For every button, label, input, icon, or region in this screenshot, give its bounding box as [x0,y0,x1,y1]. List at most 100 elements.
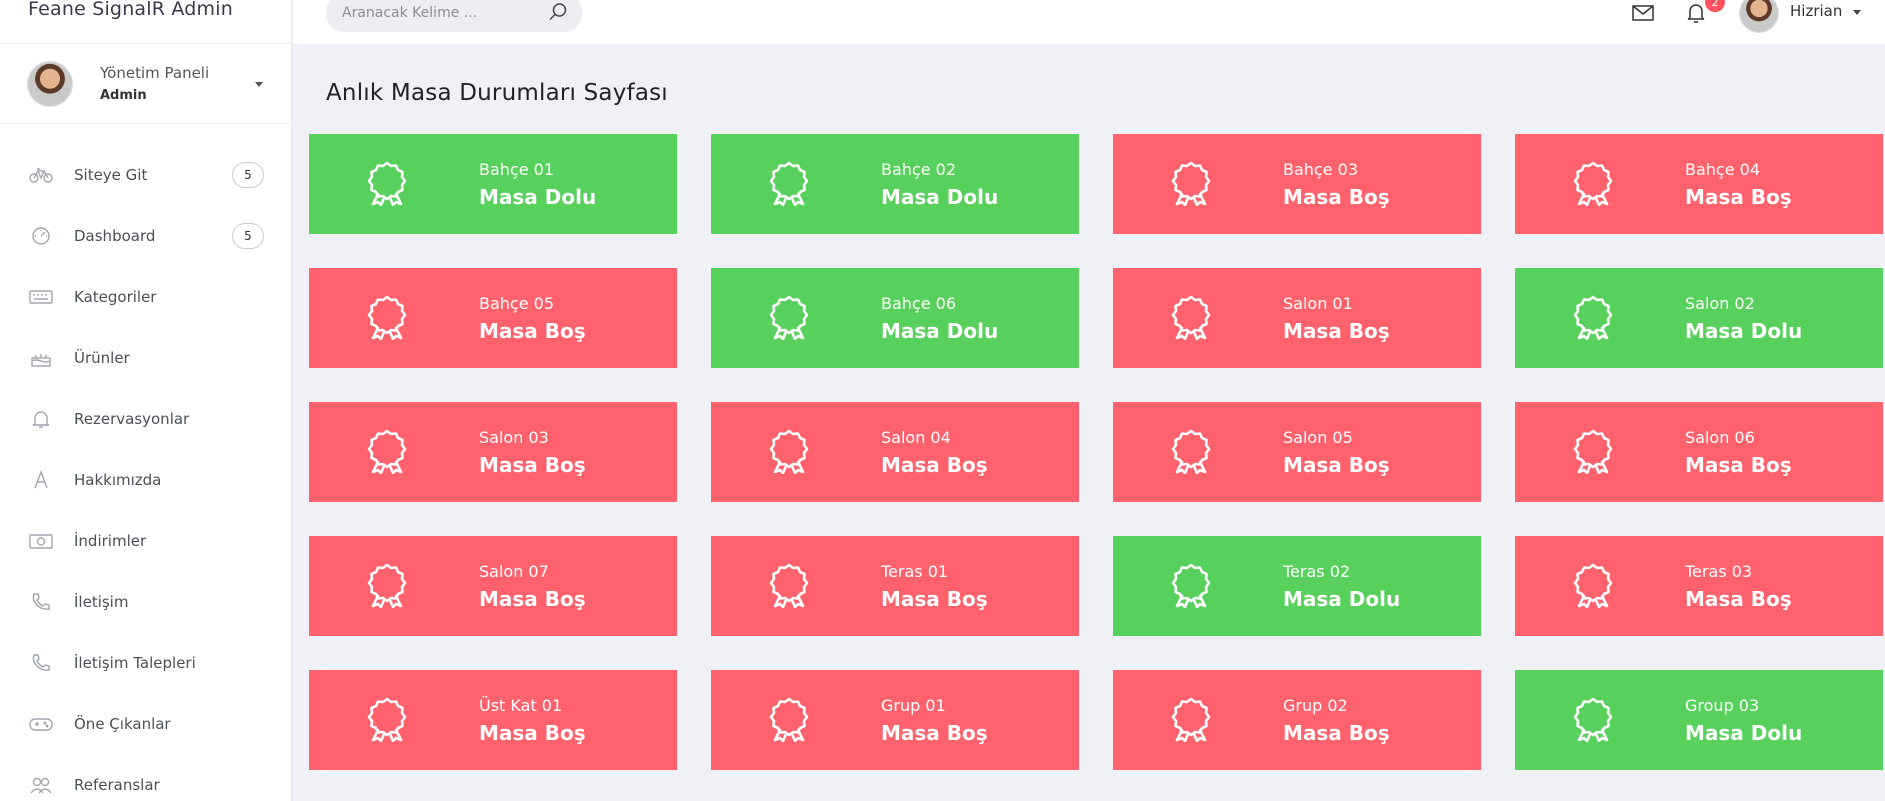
award-icon [1573,562,1613,609]
table-name: Salon 06 [1685,428,1755,447]
sidebar-item-iletisim-talepleri[interactable]: İletişim Talepleri [0,632,291,693]
table-status: Masa Dolu [1685,319,1803,343]
table-card[interactable]: Grup 01 Masa Boş [711,670,1079,770]
search-box [326,0,582,32]
table-card[interactable]: Teras 01 Masa Boş [711,536,1079,636]
table-name: Salon 07 [479,562,549,581]
award-icon [1171,696,1211,743]
sidebar-item-referanslar[interactable]: Referanslar [0,754,291,801]
table-name: Group 03 [1685,696,1760,715]
sidebar-item-one-cikanlar[interactable]: Öne Çıkanlar [0,693,291,754]
award-icon [769,160,809,207]
award-icon [769,294,809,341]
notification-count-badge: 2 [1705,0,1725,12]
table-card[interactable]: Salon 07 Masa Boş [309,536,677,636]
brand[interactable]: Feane SignalR Admin [0,0,291,44]
award-icon [769,562,809,609]
sidebar-item-label: İletişim Talepleri [74,653,196,672]
award-icon [367,696,407,743]
table-card[interactable]: Üst Kat 01 Masa Boş [309,670,677,770]
sidebar-item-label: Kategoriler [74,287,157,306]
profile-name: Yönetim Paneli [100,64,210,82]
table-name: Bahçe 05 [479,294,555,313]
chevron-down-icon[interactable] [255,82,263,87]
users-icon [28,775,54,795]
table-name: Teras 02 [1283,562,1351,581]
table-status: Masa Boş [1685,587,1792,611]
award-icon [367,428,407,475]
table-status: Masa Boş [1283,453,1390,477]
bell-icon [28,409,54,429]
table-card[interactable]: Salon 01 Masa Boş [1113,268,1481,368]
sidebar-item-label: Siteye Git [74,165,148,184]
table-status: Masa Boş [479,453,586,477]
sidebar-item-label: Hakkımızda [74,470,162,489]
user-name[interactable]: Hizrian [1790,2,1842,20]
sidebar-item-label: Referanslar [74,775,160,794]
sidebar-item-dashboard[interactable]: Dashboard 5 [0,205,291,266]
award-icon [367,562,407,609]
sidebar-item-siteye-git[interactable]: Siteye Git 5 [0,144,291,205]
table-card[interactable]: Salon 05 Masa Boş [1113,402,1481,502]
table-card[interactable]: Bahçe 01 Masa Dolu [309,134,677,234]
sidebar-item-rezervasyonlar[interactable]: Rezervasyonlar [0,388,291,449]
award-icon [367,294,407,341]
sidebar-item-hakkimizda[interactable]: Hakkımızda [0,449,291,510]
award-icon [769,428,809,475]
table-card[interactable]: Bahçe 04 Masa Boş [1515,134,1883,234]
table-name: Salon 04 [881,428,951,447]
table-name: Bahçe 01 [479,160,555,179]
table-card[interactable]: Group 03 Masa Dolu [1515,670,1883,770]
table-status: Masa Dolu [881,319,999,343]
table-status: Masa Boş [479,319,586,343]
table-status: Masa Boş [1685,185,1792,209]
sidebar-item-indirimler[interactable]: İndirimler [0,510,291,571]
letter-a-icon [28,469,54,490]
search-input[interactable] [342,5,542,21]
sidebar-profile[interactable]: Yönetim Paneli Admin [0,44,291,124]
table-name: Salon 03 [479,428,549,447]
table-status: Masa Dolu [1685,721,1803,745]
award-icon [1171,428,1211,475]
topbar: 2 Hizrian [293,0,1885,44]
notification-bell-icon[interactable] [1686,2,1706,28]
chevron-down-icon[interactable] [1853,10,1861,15]
sidebar-item-iletisim[interactable]: İletişim [0,571,291,632]
table-name: Teras 01 [881,562,949,581]
table-card[interactable]: Bahçe 05 Masa Boş [309,268,677,368]
table-card[interactable]: Salon 03 Masa Boş [309,402,677,502]
sidebar: Feane SignalR Admin Yönetim Paneli Admin… [0,0,292,801]
table-status: Masa Boş [1685,453,1792,477]
count-badge: 5 [232,161,264,188]
table-card[interactable]: Bahçe 06 Masa Dolu [711,268,1079,368]
sidebar-item-urunler[interactable]: Ürünler [0,327,291,388]
table-card[interactable]: Salon 04 Masa Boş [711,402,1079,502]
award-icon [769,696,809,743]
table-card[interactable]: Teras 03 Masa Boş [1515,536,1883,636]
table-name: Teras 03 [1685,562,1753,581]
table-status: Masa Boş [1283,319,1390,343]
table-name: Bahçe 06 [881,294,957,313]
sidebar-item-label: Rezervasyonlar [74,409,190,428]
keyboard-icon [28,287,54,307]
sidebar-item-label: İletişim [74,592,129,611]
user-avatar[interactable] [1740,0,1778,32]
sidebar-item-label: Dashboard [74,226,156,245]
table-card[interactable]: Grup 02 Masa Boş [1113,670,1481,770]
table-card[interactable]: Salon 06 Masa Boş [1515,402,1883,502]
table-name: Salon 05 [1283,428,1353,447]
mail-icon[interactable] [1632,4,1654,26]
table-name: Bahçe 03 [1283,160,1359,179]
sidebar-nav: Siteye Git 5 Dashboard 5 Kategoriler Ürü… [0,124,291,801]
table-card[interactable]: Salon 02 Masa Dolu [1515,268,1883,368]
sidebar-item-kategoriler[interactable]: Kategoriler [0,266,291,327]
profile-role: Admin [100,88,147,103]
table-card[interactable]: Bahçe 03 Masa Boş [1113,134,1481,234]
table-card[interactable]: Teras 02 Masa Dolu [1113,536,1481,636]
search-icon[interactable] [548,2,568,26]
table-name: Salon 01 [1283,294,1353,313]
table-card[interactable]: Bahçe 02 Masa Dolu [711,134,1079,234]
bicycle-icon [28,165,54,185]
award-icon [1573,428,1613,475]
table-name: Salon 02 [1685,294,1755,313]
